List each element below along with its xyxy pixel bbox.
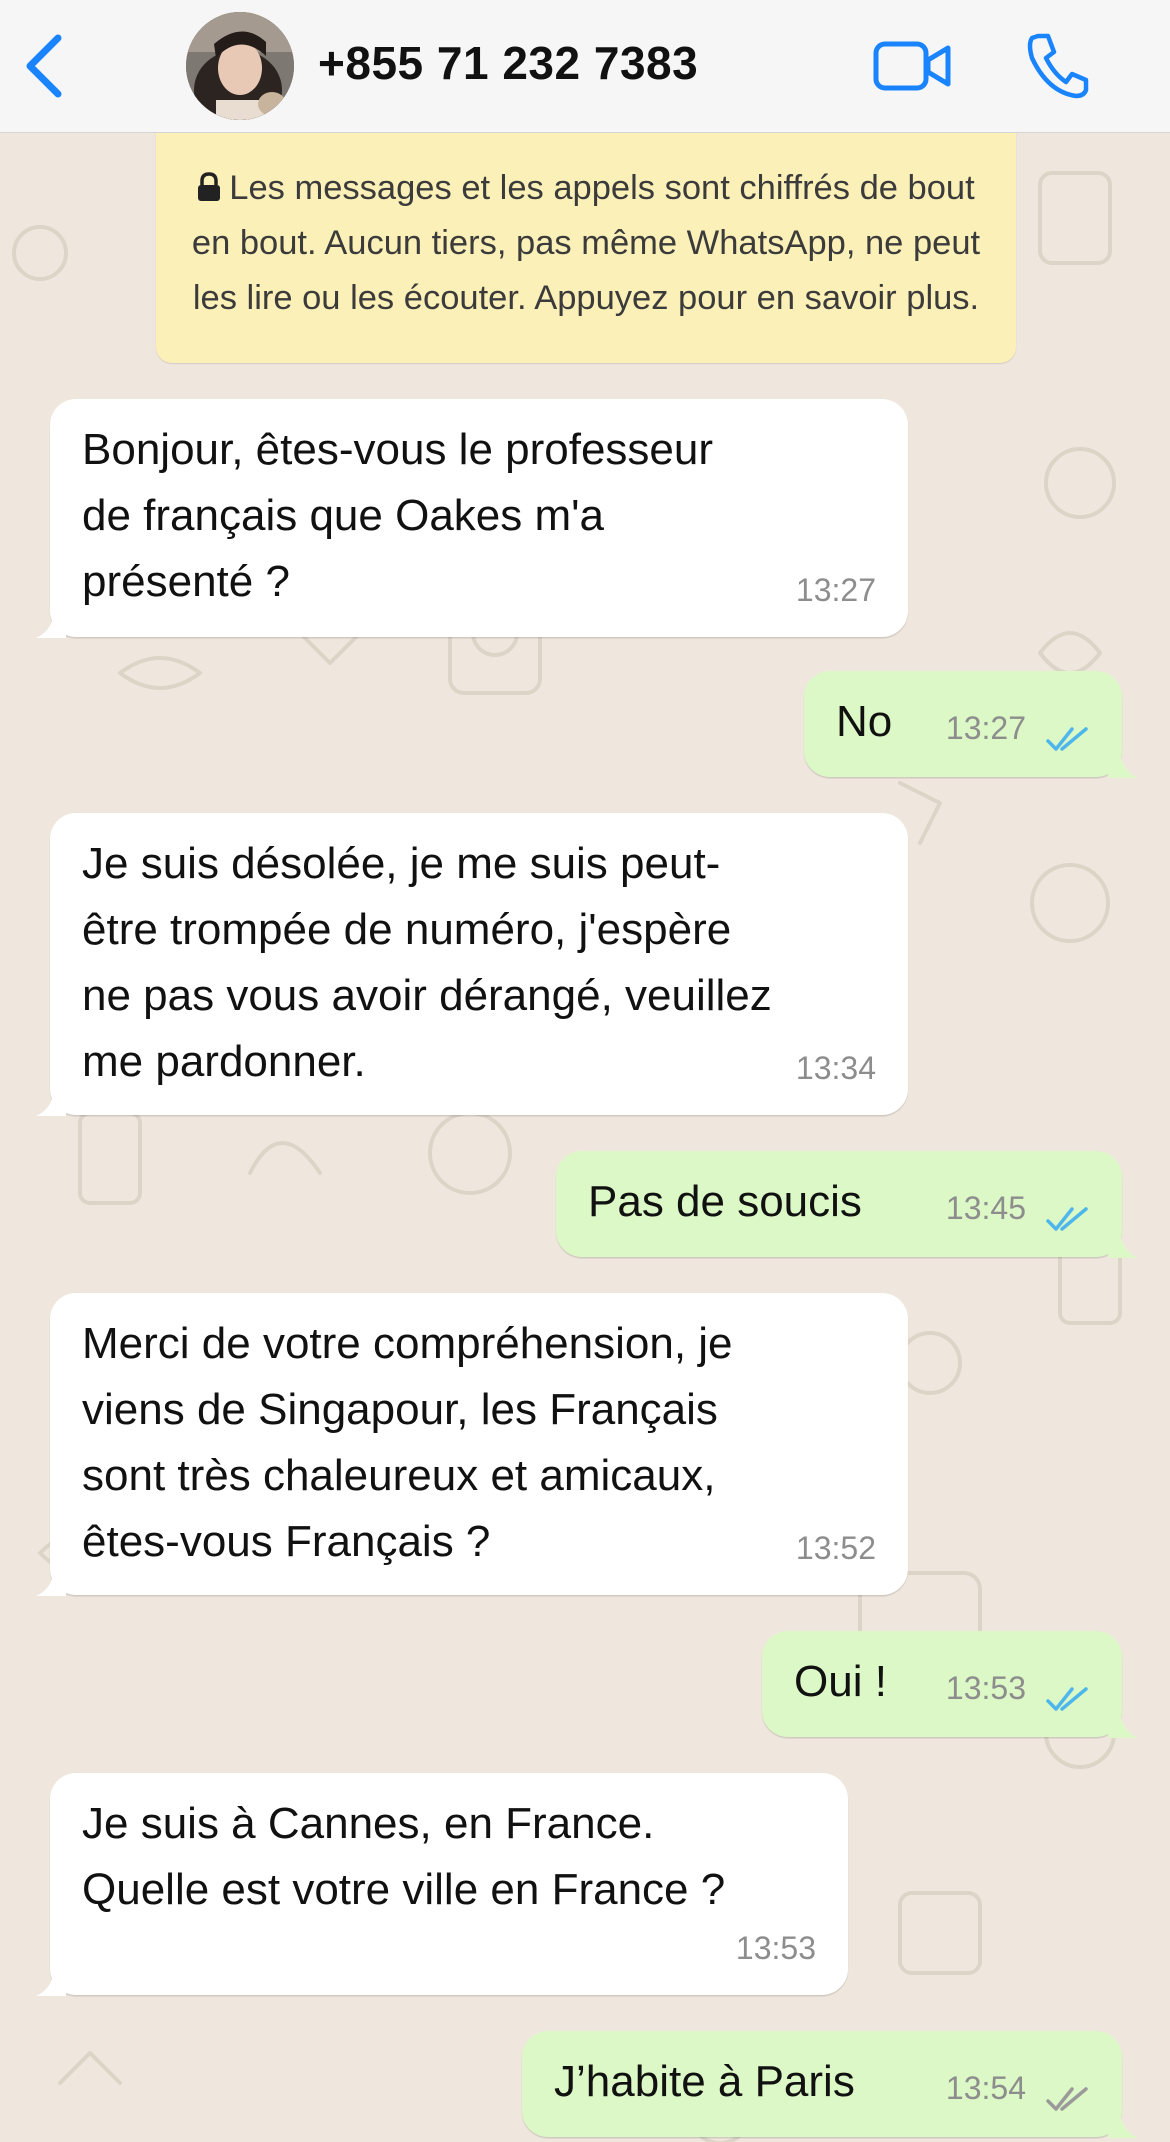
back-button[interactable] bbox=[22, 30, 70, 102]
message-bubble-incoming[interactable]: Merci de votre compréhension, je viens d… bbox=[36, 1293, 908, 1596]
bubble-tail bbox=[36, 1086, 66, 1116]
chat-area[interactable]: Les messages et les appels sont chiffrés… bbox=[0, 133, 1170, 2142]
bubble-tail bbox=[1108, 748, 1138, 778]
message-time: 13:34 bbox=[795, 1050, 876, 1086]
message-bubble-outgoing[interactable]: J’habite à Paris 13:54 bbox=[522, 2031, 1138, 2138]
message-text: Bonjour, êtes-vous le professeur de fran… bbox=[82, 425, 714, 606]
double-check-icon bbox=[1046, 1207, 1088, 1231]
message-time: 13:27 bbox=[945, 710, 1026, 746]
avatar-photo bbox=[186, 12, 294, 120]
message-bubble-outgoing[interactable]: Oui ! 13:53 bbox=[762, 1631, 1138, 1738]
chat-header: +855 71 232 7383 bbox=[0, 0, 1170, 133]
contact-name[interactable]: +855 71 232 7383 bbox=[318, 36, 698, 90]
message-text: Je suis à Cannes, en France. Quelle est … bbox=[82, 1799, 726, 1914]
encryption-notice[interactable]: Les messages et les appels sont chiffrés… bbox=[156, 133, 1016, 363]
message-bubble-incoming[interactable]: Je suis à Cannes, en France. Quelle est … bbox=[36, 1773, 848, 1996]
message-text: Pas de soucis bbox=[588, 1177, 862, 1226]
bubble-tail bbox=[1108, 1708, 1138, 1738]
video-camera-icon bbox=[873, 41, 951, 91]
message-bubble-incoming[interactable]: Bonjour, êtes-vous le professeur de fran… bbox=[36, 399, 908, 638]
bubble-tail bbox=[36, 1566, 66, 1596]
message-text: Je suis désolée, je me suis peut- être t… bbox=[82, 839, 772, 1086]
video-call-button[interactable] bbox=[872, 38, 952, 94]
message-time: 13:54 bbox=[945, 2070, 1026, 2106]
phone-icon bbox=[1027, 33, 1089, 99]
bubble-tail bbox=[1108, 2108, 1138, 2138]
chevron-left-icon bbox=[26, 34, 62, 98]
message-time: 13:27 bbox=[795, 572, 876, 608]
bubble-tail bbox=[36, 608, 66, 638]
message-bubble-incoming[interactable]: Je suis désolée, je me suis peut- être t… bbox=[36, 813, 908, 1116]
encryption-notice-text: Les messages et les appels sont chiffrés… bbox=[191, 169, 981, 317]
bubble-tail bbox=[36, 1966, 66, 1996]
lock-icon bbox=[198, 172, 221, 201]
message-time: 13:53 bbox=[735, 1930, 816, 1966]
voice-call-button[interactable] bbox=[1024, 30, 1090, 100]
double-check-icon bbox=[1046, 2087, 1088, 2111]
message-bubble-outgoing[interactable]: Pas de soucis 13:45 bbox=[556, 1151, 1138, 1258]
bubble-tail bbox=[1108, 1228, 1138, 1258]
message-bubble-outgoing[interactable]: No 13:27 bbox=[804, 671, 1138, 778]
contact-avatar[interactable] bbox=[186, 12, 294, 120]
message-text: J’habite à Paris bbox=[554, 2057, 855, 2106]
message-text: Merci de votre compréhension, je viens d… bbox=[82, 1319, 733, 1566]
message-time: 13:53 bbox=[945, 1670, 1026, 1706]
message-time: 13:52 bbox=[795, 1530, 876, 1566]
double-check-icon bbox=[1046, 1687, 1088, 1711]
message-time: 13:45 bbox=[945, 1190, 1026, 1226]
double-check-icon bbox=[1046, 727, 1088, 751]
